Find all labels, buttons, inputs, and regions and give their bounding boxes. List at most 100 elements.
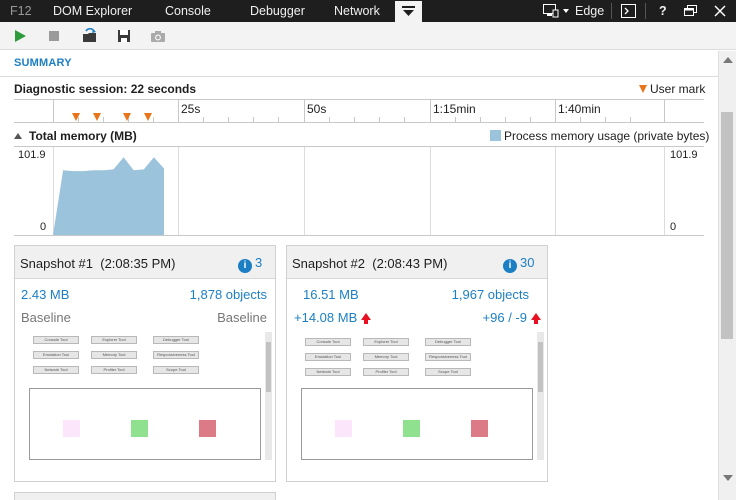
objects-baseline: Baseline — [217, 310, 267, 325]
monitor-icon — [543, 4, 559, 18]
divider — [611, 3, 612, 19]
ruler-label: 1:15min — [433, 102, 476, 116]
thumbnail-button: Emulation Tool — [33, 351, 79, 359]
thumbnail-scrollbar[interactable] — [537, 332, 544, 460]
thumbnail-button: Console Tool — [33, 336, 79, 344]
ruler-minor-tick — [630, 117, 631, 122]
ruler-tick — [555, 100, 556, 122]
ruler-minor-tick — [329, 117, 330, 122]
tab-debugger[interactable]: Debugger — [250, 0, 305, 22]
thumbnail-square-pink — [335, 420, 352, 437]
ruler-tick — [178, 100, 179, 122]
ruler-minor-tick — [580, 117, 581, 122]
thumbnail-button: Network Tool — [33, 366, 79, 374]
ruler-minor-tick — [103, 117, 104, 122]
ruler-minor-tick — [228, 117, 229, 122]
tab-console[interactable]: Console — [165, 0, 211, 22]
info-icon: i — [238, 259, 252, 273]
ruler-minor-tick — [253, 117, 254, 122]
tab-summary[interactable]: SUMMARY — [14, 57, 72, 69]
user-mark[interactable] — [123, 113, 131, 121]
thumbnail-button: Memory Tool — [91, 351, 137, 359]
user-mark-icon — [639, 85, 647, 93]
ruler-minor-tick — [530, 117, 531, 122]
legend-swatch — [490, 130, 501, 141]
ruler-tick — [430, 100, 431, 122]
info-icon: i — [503, 259, 517, 273]
divider — [645, 3, 646, 19]
ruler-minor-tick — [354, 117, 355, 122]
thumbnail-button: Memory Tool — [363, 353, 409, 361]
undock-icon[interactable] — [684, 5, 697, 17]
emulation-dropdown[interactable]: Edge — [543, 0, 605, 22]
snapshot-screenshot[interactable]: Console Tool Explorer Tool Debugger Tool… — [293, 332, 545, 460]
tab-more-tools[interactable] — [395, 1, 422, 22]
legend-label: Process memory usage (private bytes) — [504, 129, 710, 143]
scroll-down-icon[interactable] — [723, 475, 733, 481]
object-count-link[interactable]: 1,878 objects — [190, 287, 267, 302]
divider — [0, 76, 718, 77]
ruler-label: 1:40min — [558, 102, 601, 116]
ruler-label: 50s — [307, 102, 327, 116]
size-delta-link[interactable]: +14.08 MB — [294, 310, 372, 325]
memory-summary-panel: SUMMARY Diagnostic session: 22 seconds U… — [0, 51, 718, 500]
tab-network[interactable]: Network — [334, 0, 380, 22]
snapshot-issues-link[interactable]: i3 — [238, 255, 262, 273]
memory-legend: Process memory usage (private bytes) — [490, 129, 709, 143]
thumbnail-scroll-thumb[interactable] — [538, 342, 543, 392]
thumbnail-button: Emulation Tool — [305, 353, 351, 361]
thumbnail-button: Console Tool — [305, 338, 351, 346]
thumbnail-button: Responsiveness Tool — [153, 351, 199, 359]
user-mark[interactable] — [144, 113, 152, 121]
tab-dom-explorer[interactable]: DOM Explorer — [53, 0, 132, 22]
ruler-tick — [664, 100, 665, 122]
memory-chart-title: Total memory (MB) — [29, 129, 137, 143]
user-mark[interactable] — [72, 113, 80, 121]
thumbnail-scrollbar[interactable] — [265, 332, 272, 460]
save-icon[interactable] — [116, 28, 132, 44]
snapshot-issues-link[interactable]: i 30 — [503, 255, 534, 273]
thumbnail-square-green — [131, 420, 148, 437]
thumbnail-scroll-thumb[interactable] — [266, 342, 271, 392]
emulation-label: Edge — [575, 4, 605, 18]
ruler-minor-tick — [480, 117, 481, 122]
play-icon[interactable] — [12, 28, 28, 44]
help-button[interactable]: ? — [659, 0, 667, 22]
scroll-up-icon[interactable] — [723, 57, 733, 63]
heap-size-link[interactable]: 2.43 MB — [21, 287, 69, 302]
timeline-ruler[interactable]: 25s 50s 1:15min 1:40min — [14, 99, 704, 123]
object-count-link[interactable]: 1,967 objects — [452, 287, 529, 302]
snapshot-screenshot[interactable]: Console Tool Explorer Tool Debugger Tool… — [21, 332, 273, 460]
user-mark[interactable] — [93, 113, 101, 121]
camera-icon[interactable] — [150, 28, 166, 44]
snapshot-header: Snapshot #2 (2:08:43 PM) i 30 — [287, 246, 547, 279]
ruler-tick — [304, 100, 305, 122]
panel-scroll-thumb[interactable] — [721, 112, 733, 339]
console-toggle-icon[interactable] — [621, 4, 636, 18]
session-duration: Diagnostic session: 22 seconds — [14, 82, 197, 96]
memory-chart-toggle[interactable]: Total memory (MB) — [14, 129, 137, 143]
thumbnail-button: Profiler Tool — [363, 368, 409, 376]
caret-down-icon — [563, 9, 569, 13]
close-icon[interactable] — [714, 5, 726, 17]
y-axis-min-left: 0 — [40, 221, 47, 233]
thumbnail-button: Scope Tool — [153, 366, 199, 374]
import-icon[interactable] — [82, 28, 98, 44]
thumbnail-square-green — [403, 420, 420, 437]
increase-arrow-icon — [531, 313, 541, 324]
y-axis-max-left: 101.9 — [18, 149, 46, 161]
thumbnail-square-pink — [63, 420, 80, 437]
collapse-caret-icon — [14, 133, 22, 139]
thumbnail-button: Responsiveness Tool — [425, 353, 471, 361]
thumbnail-button: Network Tool — [305, 368, 351, 376]
f12-label: F12 — [10, 4, 32, 18]
objects-delta-link[interactable]: +96 / -9 — [483, 310, 541, 325]
snapshot-card-partial — [14, 492, 276, 500]
ruler-minor-tick — [605, 117, 606, 122]
panel-scrollbar[interactable] — [718, 51, 736, 500]
heap-size-link[interactable]: 16.51 MB — [303, 287, 359, 302]
memory-area-series — [53, 157, 164, 235]
stop-icon[interactable] — [46, 28, 62, 44]
memory-toolbar — [0, 22, 736, 50]
thumbnail-square-red — [199, 420, 216, 437]
